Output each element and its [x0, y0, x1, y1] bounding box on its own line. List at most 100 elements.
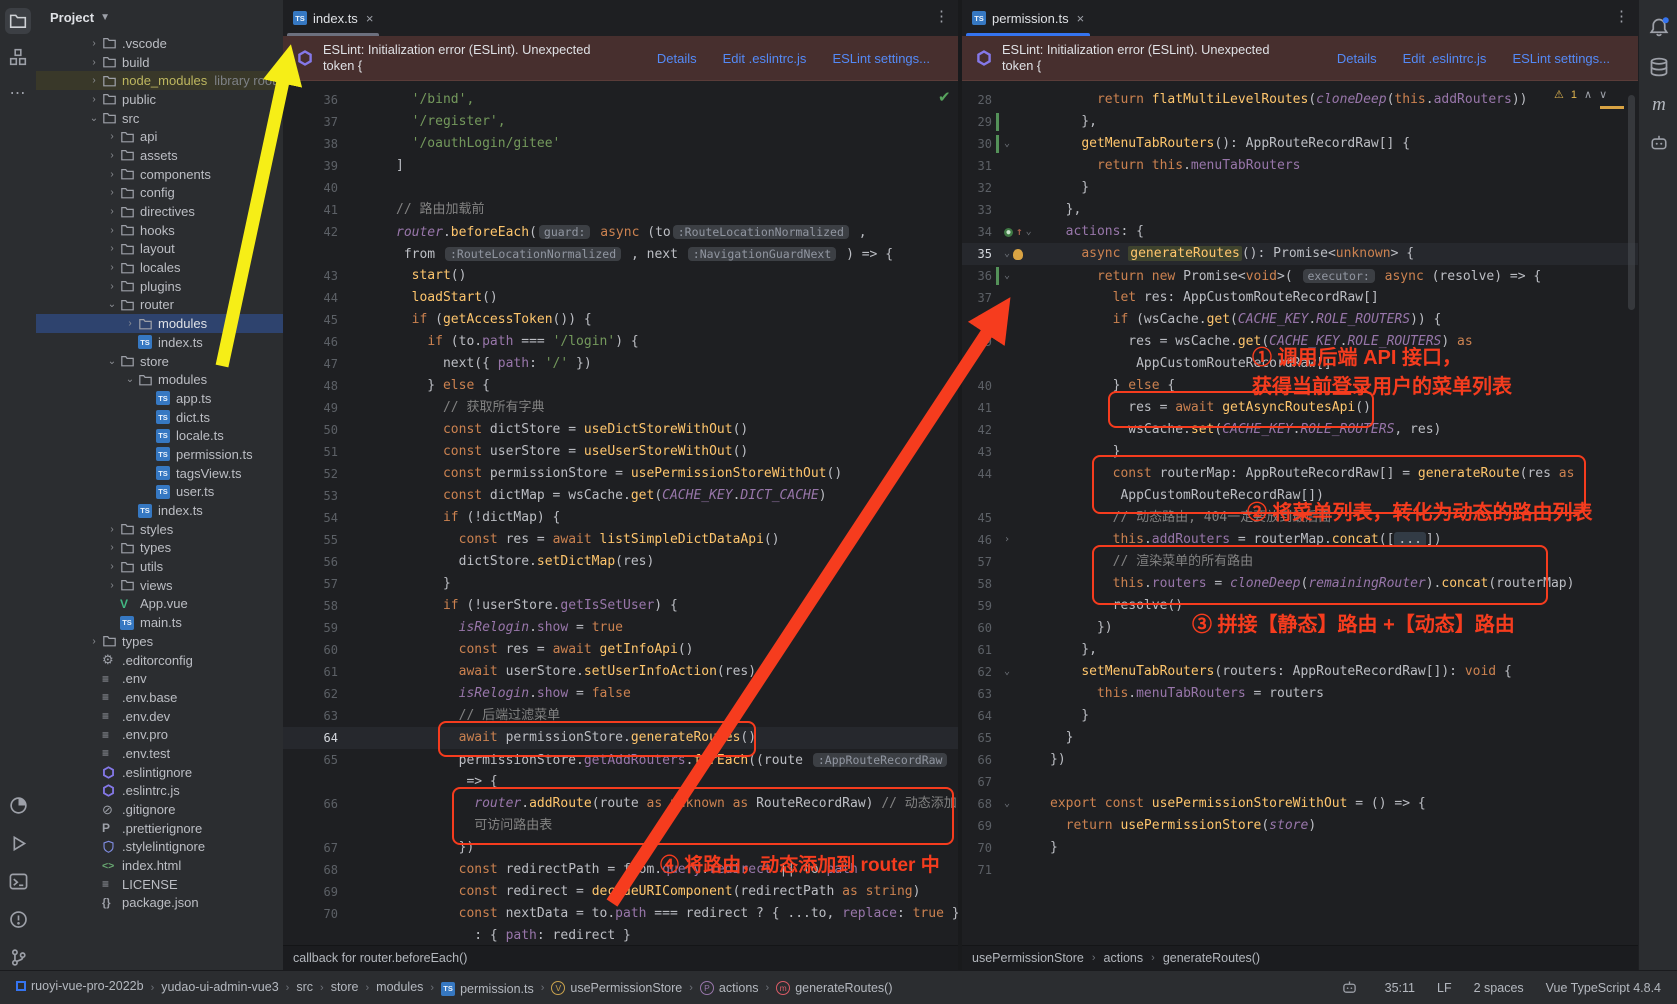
- status-path-item[interactable]: mgenerateRoutes(): [776, 981, 892, 995]
- chevron-right-icon[interactable]: ›: [104, 169, 120, 180]
- chevron-right-icon[interactable]: ›: [104, 580, 120, 591]
- status-path-item[interactable]: modules: [376, 980, 423, 994]
- override-marker-icon[interactable]: ●: [1004, 228, 1013, 237]
- status-right-widgets[interactable]: 35:11LF2 spacesVue TypeScript 4.8.4: [1341, 980, 1661, 995]
- breadcrumb-item[interactable]: generateRoutes(): [1163, 951, 1260, 965]
- tree-item-build[interactable]: ›build: [36, 53, 283, 72]
- tree-item-locales[interactable]: ›locales: [36, 258, 283, 277]
- tree-item-router[interactable]: ⌄router: [36, 296, 283, 315]
- tree-item-directives[interactable]: ›directives: [36, 202, 283, 221]
- chevron-right-icon[interactable]: ›: [86, 57, 102, 68]
- banner-eslint-settings-link[interactable]: ESLint settings...: [832, 51, 930, 66]
- close-icon[interactable]: ×: [366, 11, 374, 26]
- tree-item-config[interactable]: ›config: [36, 184, 283, 203]
- fold-expand-icon[interactable]: ›: [1004, 529, 1010, 551]
- tree-item-index-ts[interactable]: TSindex.ts: [36, 501, 283, 520]
- tree-item--gitignore[interactable]: ⊘.gitignore: [36, 800, 283, 819]
- chevron-down-icon[interactable]: ⌄: [104, 356, 120, 367]
- tree-item--vscode[interactable]: ›.vscode: [36, 34, 283, 53]
- tree-item-hooks[interactable]: ›hooks: [36, 221, 283, 240]
- scrollbar-thumb[interactable]: [1628, 95, 1635, 310]
- git-branch-icon[interactable]: [5, 944, 31, 970]
- project-folder-icon[interactable]: [5, 8, 31, 34]
- more-icon[interactable]: ⋯: [5, 80, 31, 106]
- status-path-item[interactable]: Pactions: [700, 981, 759, 995]
- tree-item--env-pro[interactable]: ≡.env.pro: [36, 725, 283, 744]
- breadcrumb[interactable]: usePermissionStore›actions›generateRoute…: [962, 945, 1638, 970]
- run-icon[interactable]: [5, 830, 31, 856]
- status-path-item[interactable]: src: [296, 980, 313, 994]
- tab-index-ts[interactable]: TS index.ts ×: [283, 0, 383, 36]
- chevron-right-icon[interactable]: ›: [104, 243, 120, 254]
- chevron-down-icon[interactable]: ⌄: [104, 299, 120, 310]
- chevron-right-icon[interactable]: ›: [86, 94, 102, 105]
- tree-item-views[interactable]: ›views: [36, 576, 283, 595]
- chevron-right-icon[interactable]: ›: [104, 561, 120, 572]
- chevron-right-icon[interactable]: ›: [86, 38, 102, 49]
- tree-item-layout[interactable]: ›layout: [36, 240, 283, 259]
- tree-item-public[interactable]: ›public: [36, 90, 283, 109]
- chevron-down-icon[interactable]: ⌄: [86, 113, 102, 124]
- prev-problem-icon[interactable]: ∧: [1584, 88, 1592, 101]
- status-widget[interactable]: Vue TypeScript 4.8.4: [1546, 981, 1661, 995]
- notifications-icon[interactable]: [1646, 14, 1672, 40]
- tree-item-locale-ts[interactable]: TSlocale.ts: [36, 426, 283, 445]
- tree-item-assets[interactable]: ›assets: [36, 146, 283, 165]
- profiler-icon[interactable]: [5, 792, 31, 818]
- tree-item-tagsview-ts[interactable]: TStagsView.ts: [36, 464, 283, 483]
- status-path-item[interactable]: store: [331, 980, 359, 994]
- status-widget[interactable]: 2 spaces: [1474, 981, 1524, 995]
- tree-item-dict-ts[interactable]: TSdict.ts: [36, 408, 283, 427]
- structure-icon[interactable]: [5, 44, 31, 70]
- banner-details-link[interactable]: Details: [1337, 51, 1377, 66]
- tree-item-plugins[interactable]: ›plugins: [36, 277, 283, 296]
- chevron-right-icon[interactable]: ›: [104, 262, 120, 273]
- status-widget[interactable]: [1341, 980, 1363, 995]
- tree-item-package-json[interactable]: {}package.json: [36, 894, 283, 913]
- fold-collapse-icon[interactable]: ⌄: [1004, 265, 1010, 287]
- tree-item-styles[interactable]: ›styles: [36, 520, 283, 539]
- maven-icon[interactable]: m: [1646, 92, 1672, 118]
- fold-collapse-icon[interactable]: ⌄: [1004, 661, 1010, 683]
- tree-item-index-html[interactable]: <>index.html: [36, 856, 283, 875]
- chevron-right-icon[interactable]: ›: [104, 206, 120, 217]
- chevron-right-icon[interactable]: ›: [104, 150, 120, 161]
- tab-options-icon[interactable]: ⋮: [934, 7, 950, 25]
- problems-icon[interactable]: [5, 906, 31, 932]
- breadcrumb-item[interactable]: usePermissionStore: [972, 951, 1084, 965]
- tree-item-node-modules[interactable]: ›node_moduleslibrary root: [36, 71, 283, 90]
- terminal-icon[interactable]: [5, 868, 31, 894]
- recursive-call-icon[interactable]: ↑: [1016, 221, 1023, 243]
- status-widget[interactable]: 35:11: [1385, 981, 1415, 995]
- fold-collapse-icon[interactable]: ⌄: [1004, 243, 1010, 265]
- tree-item--stylelintignore[interactable]: .stylelintignore: [36, 838, 283, 857]
- tree-item-utils[interactable]: ›utils: [36, 557, 283, 576]
- chevron-right-icon[interactable]: ›: [104, 524, 120, 535]
- tree-item-app-ts[interactable]: TSapp.ts: [36, 389, 283, 408]
- breadcrumb[interactable]: callback for router.beforeEach(): [283, 945, 958, 970]
- fold-collapse-icon[interactable]: ⌄: [1026, 221, 1032, 243]
- tree-item-app-vue[interactable]: VApp.vue: [36, 595, 283, 614]
- tree-item--editorconfig[interactable]: ⚙.editorconfig: [36, 651, 283, 670]
- intention-bulb-icon[interactable]: [1013, 249, 1023, 260]
- close-icon[interactable]: ×: [1077, 11, 1085, 26]
- project-panel-header[interactable]: Project ▼: [36, 0, 283, 34]
- tree-item--prettierignore[interactable]: P.prettierignore: [36, 819, 283, 838]
- fold-collapse-icon[interactable]: ⌄: [1004, 793, 1010, 815]
- tree-item-modules[interactable]: ⌄modules: [36, 370, 283, 389]
- status-path-item[interactable]: ruoyi-vue-pro-2022b: [16, 979, 144, 993]
- chevron-right-icon[interactable]: ›: [122, 318, 138, 329]
- banner-details-link[interactable]: Details: [657, 51, 697, 66]
- breadcrumb-item[interactable]: actions: [1104, 951, 1144, 965]
- banner-edit-eslintrc-link[interactable]: Edit .eslintrc.js: [723, 51, 807, 66]
- tree-item-api[interactable]: ›api: [36, 127, 283, 146]
- tree-item-permission-ts[interactable]: TSpermission.ts: [36, 445, 283, 464]
- inspections-widget[interactable]: ⚠ 1 ∧ ∨: [1554, 88, 1607, 101]
- chevron-right-icon[interactable]: ›: [86, 636, 102, 647]
- tree-item-main-ts[interactable]: TSmain.ts: [36, 613, 283, 632]
- chevron-right-icon[interactable]: ›: [104, 225, 120, 236]
- code-editor-permission-ts[interactable]: 28 return flatMultiLevelRoutes(cloneDeep…: [962, 81, 1638, 945]
- fold-collapse-icon[interactable]: ⌄: [1004, 133, 1010, 155]
- tree-item-store[interactable]: ⌄store: [36, 352, 283, 371]
- tree-item--eslintrc-js[interactable]: .eslintrc.js: [36, 782, 283, 801]
